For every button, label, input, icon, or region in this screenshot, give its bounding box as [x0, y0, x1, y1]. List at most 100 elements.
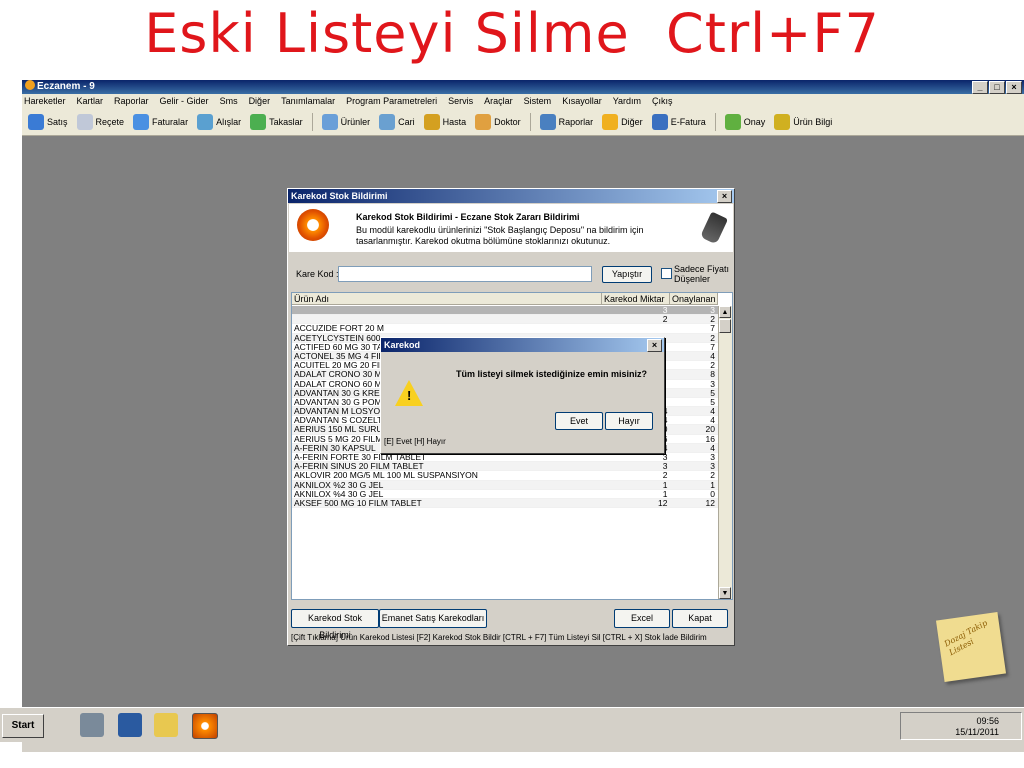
cell-qty: 2 — [662, 470, 668, 481]
toolbar-button[interactable]: Takaslar — [250, 114, 303, 130]
consignment-button[interactable]: Emanet Satış Karekodları — [379, 609, 487, 628]
table-row[interactable]: A-FERIN SINUS 20 FILM TABLET 3 3 — [292, 461, 718, 472]
menu-item[interactable]: Araçlar — [484, 94, 513, 109]
cell-name: ACCUZIDE FORT 20 M — [294, 324, 384, 333]
eczanem-logo-icon — [297, 209, 329, 241]
column-header-product[interactable]: Ürün Adı — [292, 293, 602, 305]
toolbar-button[interactable]: Raporlar — [539, 114, 594, 130]
toolbar-button[interactable]: Alışlar — [197, 114, 241, 130]
toolbar-label: Diğer — [621, 117, 643, 127]
toolbar-label: Satış — [47, 117, 68, 127]
table-row[interactable]: AKNILOX %2 30 G JEL 1 1 — [292, 480, 718, 490]
toolbar-label: Ürünler — [340, 117, 371, 127]
table-row[interactable]: AKSEF 500 MG 10 FILM TABLET 12 12 — [292, 498, 718, 509]
cell-name: AKNILOX %4 30 G JEL — [294, 489, 384, 498]
cell-qty: 2 — [662, 314, 668, 325]
cell-qty: 3 — [662, 305, 668, 315]
cell-approved: 2 — [710, 332, 716, 343]
cell-approved: 4 — [710, 350, 716, 361]
maximize-button[interactable]: □ — [989, 81, 1005, 94]
cell-name — [292, 315, 600, 323]
price-drop-label-line2: Düşenler — [674, 274, 711, 284]
column-header-approved[interactable]: Onaylanan — [670, 293, 718, 305]
table-row[interactable]: AKNILOX %4 30 G JEL 1 0 — [292, 488, 718, 499]
menu-item[interactable]: Gelir - Gider — [160, 94, 209, 109]
price-drop-checkbox[interactable] — [661, 268, 672, 279]
menu-item[interactable]: Hareketler — [24, 94, 66, 109]
toolbar-separator — [311, 113, 313, 131]
paste-button[interactable]: Yapıştır — [602, 266, 652, 283]
toolbar-button[interactable]: Hasta — [423, 114, 466, 130]
menu-item[interactable]: Kısayollar — [562, 94, 602, 109]
toolbar-button[interactable]: Cari — [379, 114, 415, 130]
table-row[interactable]: 22 — [292, 314, 718, 325]
menu-item[interactable]: Raporlar — [114, 94, 149, 109]
eczanem-taskbar-icon[interactable] — [192, 713, 218, 739]
dosage-tracking-note-icon[interactable]: Dozaj Takip Listesi — [935, 611, 1007, 683]
table-row[interactable]: AKLOVIR 200 MG/5 ML 100 ML SUSPANSIYON 2 2 — [292, 470, 718, 481]
powershell-icon[interactable] — [118, 713, 142, 737]
menu-item[interactable]: Tanımlamalar — [281, 94, 335, 109]
grid-scrollbar[interactable]: ▲ ▼ — [718, 306, 732, 599]
scroll-down-icon[interactable]: ▼ — [719, 587, 731, 599]
toolbar-label: Raporlar — [558, 117, 594, 127]
toolbar-label: Faturalar — [152, 117, 189, 127]
cell-approved: 3 — [710, 378, 716, 389]
toolbar-button[interactable]: Faturalar — [133, 114, 188, 130]
menu-item[interactable]: Diğer — [249, 94, 271, 109]
cell-approved: 4 — [710, 442, 716, 453]
stock-notice-button[interactable]: Karekod Stok Bildirimi — [291, 609, 379, 640]
clock[interactable]: 09:56 15/11/2011 — [955, 716, 999, 738]
start-button[interactable]: Start — [2, 714, 44, 738]
toolbar-button[interactable]: Ürün Bilgi — [774, 114, 832, 130]
cell-name — [292, 306, 600, 314]
dialog-title: Karekod — [384, 340, 421, 350]
menu-item[interactable]: Program Parametreleri — [346, 94, 437, 109]
header-description: Bu modül karekodlu ürünlerinizi "Stok Ba… — [356, 225, 644, 246]
scroll-thumb[interactable] — [719, 319, 731, 333]
menu-item[interactable]: Kartlar — [77, 94, 104, 109]
note-text: Dozaj Takip Listesi — [943, 618, 994, 658]
app-title: Eczanem - 9 — [37, 81, 95, 92]
stock-window-close-icon[interactable]: × — [717, 190, 732, 203]
explorer-folder-icon[interactable] — [154, 713, 178, 737]
no-button[interactable]: Hayır — [605, 412, 653, 430]
toolbar-button[interactable]: Onay — [724, 114, 765, 130]
yes-button[interactable]: Evet — [555, 412, 603, 430]
menu-item[interactable]: Çıkış — [652, 94, 673, 109]
minimize-button[interactable]: _ — [972, 81, 988, 94]
table-row[interactable]: A-FERIN FORTE 30 FILM TABLET 3 3 — [292, 452, 718, 463]
scroll-up-icon[interactable]: ▲ — [719, 306, 731, 318]
close-button[interactable]: × — [1006, 81, 1022, 94]
kare-kod-input[interactable] — [338, 266, 592, 282]
menu-item[interactable]: Sistem — [524, 94, 552, 109]
cell-approved: 5 — [710, 387, 716, 398]
purchase-icon — [197, 114, 214, 130]
slide-title: Eski Listeyi Silme Ctrl+F7 — [144, 2, 880, 65]
menu-item[interactable]: Yardım — [613, 94, 641, 109]
clock-time: 09:56 — [976, 716, 999, 726]
cell-qty: 1 — [662, 488, 668, 499]
menu-item[interactable]: Sms — [220, 94, 238, 109]
table-row[interactable]: ACCUZIDE FORT 20 M 7 — [292, 324, 718, 334]
dialog-titlebar: Karekod × — [381, 338, 664, 352]
toolbar-button[interactable]: Diğer — [602, 114, 643, 130]
dialog-close-icon[interactable]: × — [647, 339, 662, 352]
table-row[interactable]: 33 — [292, 305, 718, 316]
column-header-qty[interactable]: Karekod Miktar — [602, 293, 670, 305]
toolbar-button[interactable]: Doktor — [475, 114, 521, 130]
invoice-icon — [133, 114, 150, 130]
toolbar-label: Cari — [398, 117, 415, 127]
toolbar-button[interactable]: Reçete — [76, 114, 124, 130]
excel-button[interactable]: Excel — [614, 609, 670, 628]
barcode-scanner-icon — [699, 211, 729, 245]
toolbar-label: Ürün Bilgi — [793, 117, 833, 127]
menu-item[interactable]: Servis — [448, 94, 473, 109]
cell-approved: 7 — [710, 341, 716, 352]
toolbar-button[interactable]: E-Fatura — [651, 114, 706, 130]
toolbar-button[interactable]: Satış — [28, 114, 68, 130]
toolbar-button[interactable]: Ürünler — [321, 114, 371, 130]
server-manager-icon[interactable] — [80, 713, 104, 737]
close-window-button[interactable]: Kapat — [672, 609, 728, 628]
system-tray: 09:56 15/11/2011 — [900, 712, 1022, 740]
